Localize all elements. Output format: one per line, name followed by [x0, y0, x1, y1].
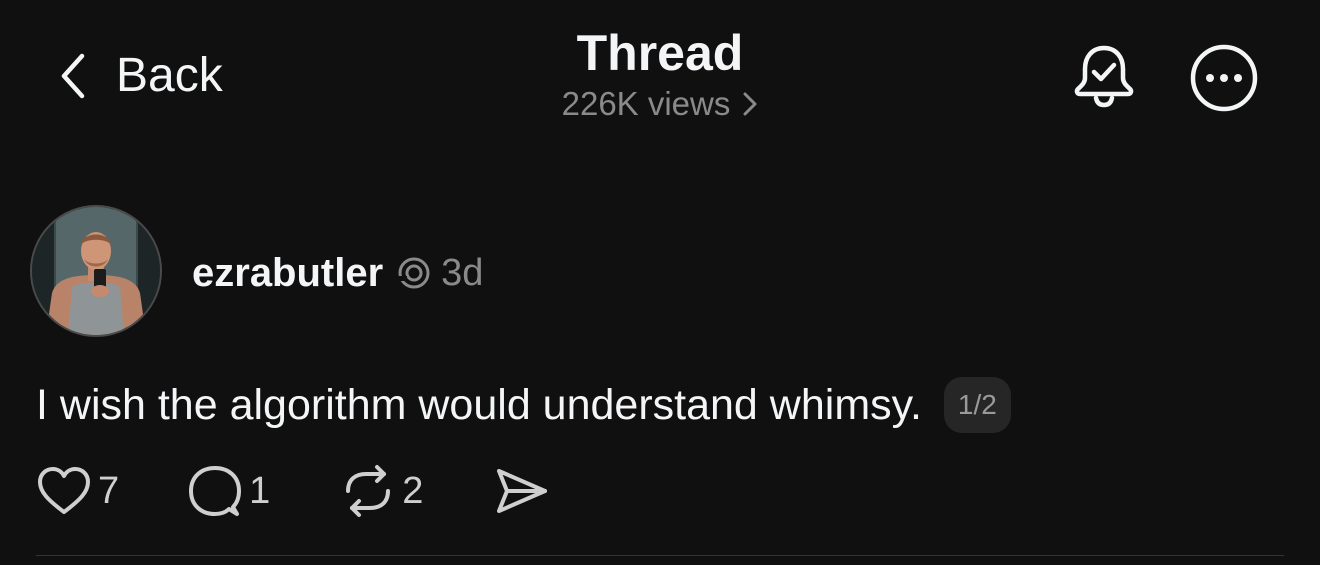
- post-divider: [36, 555, 1284, 556]
- more-options-button[interactable]: [1188, 42, 1260, 114]
- post-timestamp: 3d: [441, 251, 484, 294]
- post-actions: 7 1 2: [36, 463, 549, 519]
- post-header: ezrabutler 3d: [192, 245, 483, 301]
- share-button[interactable]: [493, 465, 549, 517]
- bell-check-icon: [1074, 45, 1134, 108]
- username[interactable]: ezrabutler: [192, 251, 383, 296]
- repost-button[interactable]: 2: [340, 463, 423, 519]
- like-button[interactable]: 7: [36, 465, 119, 517]
- like-count: 7: [98, 469, 120, 512]
- reply-button[interactable]: 1: [187, 463, 270, 519]
- post-body: I wish the algorithm would understand wh…: [36, 375, 1011, 435]
- more-horizontal-circle-icon: [1190, 44, 1258, 112]
- comment-icon: [189, 466, 242, 516]
- avatar[interactable]: [30, 205, 162, 337]
- repost-icon: [346, 465, 391, 517]
- heart-icon: [38, 467, 90, 514]
- thread-page-indicator[interactable]: 1/2: [943, 377, 1011, 433]
- reply-count: 1: [249, 469, 271, 512]
- avatar-photo: [32, 207, 160, 335]
- send-icon: [497, 469, 548, 513]
- repost-count: 2: [402, 469, 424, 512]
- chevron-right-icon: [743, 92, 757, 116]
- post-text: I wish the algorithm would understand wh…: [36, 381, 922, 429]
- views-count: 226K views: [561, 85, 731, 122]
- notifications-button[interactable]: [1072, 40, 1136, 110]
- threads-logo-icon: [398, 257, 430, 289]
- views-link[interactable]: 226K views: [562, 84, 759, 124]
- top-bar: Back Thread 226K views: [0, 0, 1320, 150]
